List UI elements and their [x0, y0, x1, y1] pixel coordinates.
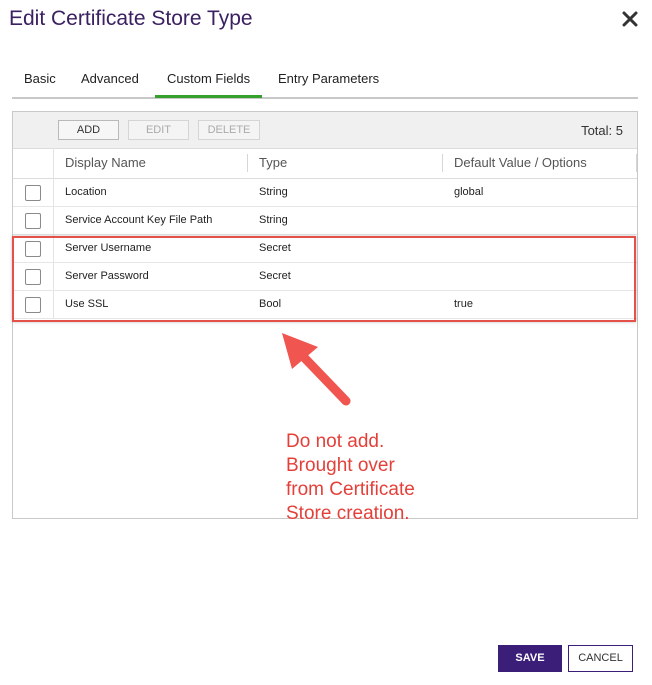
annotation-line: Brought over: [286, 455, 395, 476]
cell-default-value: global: [454, 186, 484, 198]
table-row[interactable]: Service Account Key File Path String: [13, 207, 637, 235]
edit-button[interactable]: EDIT: [128, 120, 189, 140]
cell-type: String: [259, 186, 288, 198]
cell-type: String: [259, 214, 288, 226]
annotation-line: from Certificate: [286, 479, 415, 500]
grid-toolbar: ADD EDIT DELETE Total: 5: [13, 112, 637, 149]
column-divider: [247, 154, 248, 172]
annotation-note: Do not add. Brought over from Certificat…: [286, 430, 415, 526]
tab-bar: Basic Advanced Custom Fields Entry Param…: [12, 66, 638, 99]
tab-custom-fields[interactable]: Custom Fields: [155, 70, 263, 98]
table-row[interactable]: Location String global: [13, 179, 637, 207]
table-header: Display Name Type Default Value / Option…: [13, 148, 637, 179]
annotation-highlight-box: [12, 236, 636, 322]
cell-display-name: Service Account Key File Path: [65, 214, 213, 226]
cancel-button[interactable]: CANCEL: [568, 645, 633, 672]
dialog-title: Edit Certificate Store Type: [9, 7, 253, 30]
row-checkbox[interactable]: [25, 185, 41, 201]
annotation-arrow: [282, 333, 351, 406]
save-button[interactable]: SAVE: [498, 645, 562, 672]
tab-basic[interactable]: Basic: [24, 70, 56, 95]
cell-display-name: Location: [65, 186, 107, 198]
annotation-line: Store creation.: [286, 503, 410, 524]
column-divider: [442, 154, 443, 172]
tab-entry-parameters[interactable]: Entry Parameters: [278, 70, 379, 95]
column-header-display-name[interactable]: Display Name: [65, 155, 146, 170]
column-header-default-value[interactable]: Default Value / Options: [454, 155, 587, 170]
close-icon[interactable]: [618, 7, 642, 31]
row-checkbox[interactable]: [25, 213, 41, 229]
column-divider: [636, 154, 637, 172]
add-button[interactable]: ADD: [58, 120, 119, 140]
delete-button[interactable]: DELETE: [198, 120, 260, 140]
total-count: Total: 5: [581, 123, 623, 138]
annotation-line: Do not add.: [286, 431, 385, 452]
tab-advanced[interactable]: Advanced: [81, 70, 139, 95]
column-header-type[interactable]: Type: [259, 155, 287, 170]
